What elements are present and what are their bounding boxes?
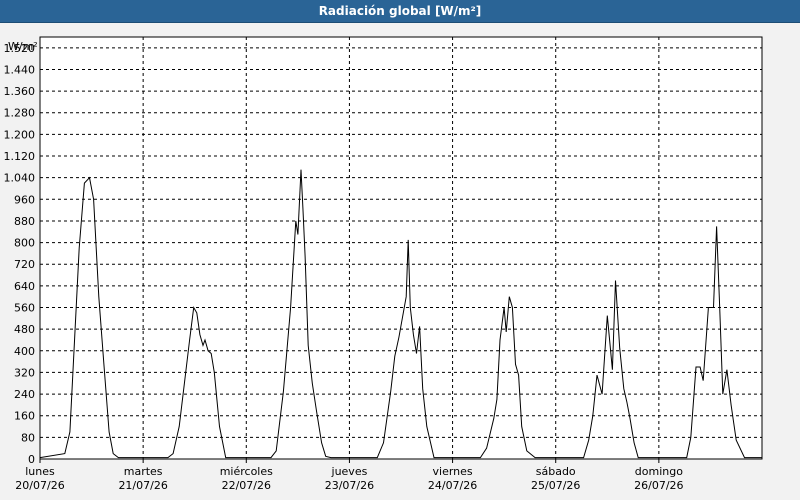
- y-tick-label: 640: [14, 280, 35, 293]
- y-tick-label: 480: [14, 323, 35, 336]
- x-tick-label-day: lunes: [25, 465, 55, 478]
- chart-area: W/m² 80 160 240 320 400 480 560 640 720 800 880 960…: [0, 23, 800, 500]
- x-tick-label-date: 24/07/26: [428, 479, 477, 492]
- x-tick-label-date: 26/07/26: [634, 479, 683, 492]
- x-tick-label-day: jueves: [331, 465, 368, 478]
- y-tick-label: 720: [14, 258, 35, 271]
- y-tick-label: 880: [14, 215, 35, 228]
- y-tick-label: 1.120: [4, 150, 36, 163]
- y-tick-label: 240: [14, 388, 35, 401]
- y-tick-label: 1.200: [4, 128, 36, 141]
- x-tick-labels: lunes20/07/26 martes21/07/26 miércoles22/0…: [15, 459, 684, 492]
- y-tick-label: 400: [14, 345, 35, 358]
- x-tick-label-day: domingo: [635, 465, 683, 478]
- y-tick-label: 1.360: [4, 85, 36, 98]
- x-tick-label-date: 22/07/26: [222, 479, 271, 492]
- y-tick-label: 320: [14, 366, 35, 379]
- x-tick-label-date: 21/07/26: [118, 479, 167, 492]
- y-tick-label: 80: [21, 431, 35, 444]
- chart-title: Radiación global [W/m²]: [0, 0, 800, 23]
- x-tick-label-date: 20/07/26: [15, 479, 64, 492]
- x-tick-label-day: miércoles: [220, 465, 273, 478]
- x-tick-label-date: 25/07/26: [531, 479, 580, 492]
- x-tick-label-date: 23/07/26: [325, 479, 374, 492]
- y-tick-labels: 80 160 240 320 400 480 560 640 720 800 880 960 1.040…: [4, 42, 36, 466]
- y-tick-label: 960: [14, 193, 35, 206]
- y-tick-label: 1.520: [4, 42, 36, 55]
- y-tick-label: 560: [14, 302, 35, 315]
- y-tick-label: 1.280: [4, 107, 36, 120]
- plot-background: [39, 36, 763, 460]
- y-tick-label: 1.040: [4, 172, 36, 185]
- x-tick-label-day: viernes: [433, 465, 473, 478]
- x-tick-label-day: martes: [124, 465, 163, 478]
- y-tick-label: 1.440: [4, 63, 36, 76]
- x-tick-label-day: sábado: [536, 465, 576, 478]
- y-tick-label: 800: [14, 237, 35, 250]
- y-tick-label: 160: [14, 410, 35, 423]
- radiation-chart: W/m² 80160240320400480560640720800880960…: [4, 36, 763, 492]
